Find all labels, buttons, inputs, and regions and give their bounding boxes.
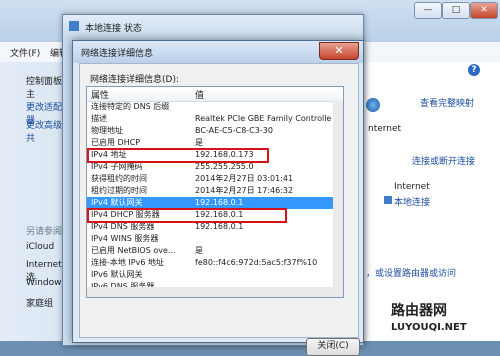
- close-icon[interactable]: ✕: [319, 42, 359, 60]
- details-dialog-titlebar: 网络连接详细信息 ✕: [73, 41, 363, 63]
- see-also-item[interactable]: 家庭组: [26, 296, 53, 309]
- left-nav-item[interactable]: 控制面板主: [26, 74, 66, 100]
- globe-icon: [366, 98, 380, 112]
- value-cell: 是: [195, 246, 203, 255]
- table-row[interactable]: 获得租约的时间 2014年2月27日 03:01:41: [87, 173, 343, 185]
- left-nav-item[interactable]: 更改高级共: [26, 118, 66, 144]
- table-row[interactable]: 连接特定的 DNS 后缀: [87, 101, 343, 113]
- property-cell: 物理地址: [91, 126, 123, 135]
- access-type-value: Internet: [394, 182, 430, 192]
- property-cell: 已启用 NetBIOS ove...: [91, 246, 176, 255]
- table-row[interactable]: 物理地址 BC-AE-C5-C8-C3-30: [87, 125, 343, 137]
- local-connection-link[interactable]: 本地连接: [394, 195, 430, 208]
- see-also-item[interactable]: iCloud: [26, 242, 54, 252]
- property-cell: IPv4 WINS 服务器: [91, 234, 159, 243]
- value-cell: 2014年2月27日 17:46:32: [195, 186, 294, 195]
- value-cell: Realtek PCIe GBE Family Controlle: [195, 114, 332, 123]
- table-row[interactable]: IPv4 WINS 服务器: [87, 233, 343, 245]
- horizontal-scrollbar[interactable]: [87, 287, 333, 297]
- view-full-map-link[interactable]: 查看完整映射: [420, 96, 474, 109]
- connect-disconnect-link[interactable]: 连接或断开连接: [412, 154, 475, 167]
- left-nav-pane: 控制面板主 更改适配器 更改高级共 另请参阅 iCloud Internet 选…: [0, 62, 66, 341]
- property-cell: 描述: [91, 114, 107, 123]
- property-cell: 获得租约的时间: [91, 174, 147, 183]
- table-row[interactable]: 已启用 NetBIOS ove... 是: [87, 245, 343, 257]
- network-details-dialog: 网络连接详细信息 ✕ 网络连接详细信息(D): 属性 值 连接特定的 DNS 后…: [72, 40, 364, 356]
- close-icon[interactable]: ✕: [470, 2, 498, 19]
- watermark: 路由器网 LUYOUQI.NET: [383, 294, 500, 341]
- table-row[interactable]: 租约过期的时间 2014年2月27日 17:46:32: [87, 185, 343, 197]
- vertical-scrollbar[interactable]: [333, 101, 343, 297]
- minimize-button[interactable]: —: [414, 2, 442, 19]
- router-setup-link[interactable]: ，或设置路由器或访问: [366, 266, 456, 279]
- list-header: 属性 值: [87, 87, 343, 102]
- value-cell: BC-AE-C5-C8-C3-30: [195, 126, 273, 135]
- help-icon[interactable]: ?: [468, 64, 480, 76]
- value-cell: fe80::f4c6:972d:5ac5:f37f%10: [195, 258, 318, 267]
- status-dialog-title: 本地连接 状态: [85, 24, 142, 34]
- highlight-box-default-gateway: [87, 208, 287, 223]
- property-cell: 租约过期的时间: [91, 186, 147, 195]
- details-section-label: 网络连接详细信息(D):: [90, 75, 179, 85]
- network-adapter-icon: [384, 196, 392, 204]
- status-dialog-titlebar: 本地连接 状态: [63, 15, 363, 39]
- see-also-heading: 另请参阅: [26, 227, 63, 237]
- watermark-url: LUYOUQI.NET: [391, 322, 467, 333]
- details-dialog-title: 网络连接详细信息: [81, 49, 154, 59]
- see-also-item[interactable]: Windows: [26, 278, 66, 288]
- table-row[interactable]: IPv6 默认网关: [87, 269, 343, 281]
- column-header-value[interactable]: 值: [195, 88, 204, 101]
- column-header-property[interactable]: 属性: [91, 88, 109, 101]
- table-row[interactable]: 描述 Realtek PCIe GBE Family Controlle: [87, 113, 343, 125]
- internet-label: nternet: [368, 124, 402, 134]
- property-cell: IPv6 默认网关: [91, 270, 143, 279]
- value-cell: 2014年2月27日 03:01:41: [195, 174, 294, 183]
- details-dialog-body: 网络连接详细信息(D): 属性 值 连接特定的 DNS 后缀 描述 Realtek …: [79, 63, 360, 356]
- highlight-box-ipv4-address: [87, 148, 269, 163]
- watermark-title: 路由器网: [391, 303, 447, 319]
- property-cell: 连接-本地 IPv6 地址: [91, 258, 164, 267]
- property-cell: 连接特定的 DNS 后缀: [91, 102, 170, 111]
- table-row[interactable]: 连接-本地 IPv6 地址 fe80::f4c6:972d:5ac5:f37f%1…: [87, 257, 343, 269]
- network-icon: [69, 21, 79, 31]
- details-list[interactable]: 属性 值 连接特定的 DNS 后缀 描述 Realtek PCIe GBE Fami…: [86, 86, 344, 298]
- menu-file[interactable]: 文件(F): [10, 46, 40, 59]
- maximize-button[interactable]: □: [442, 2, 470, 19]
